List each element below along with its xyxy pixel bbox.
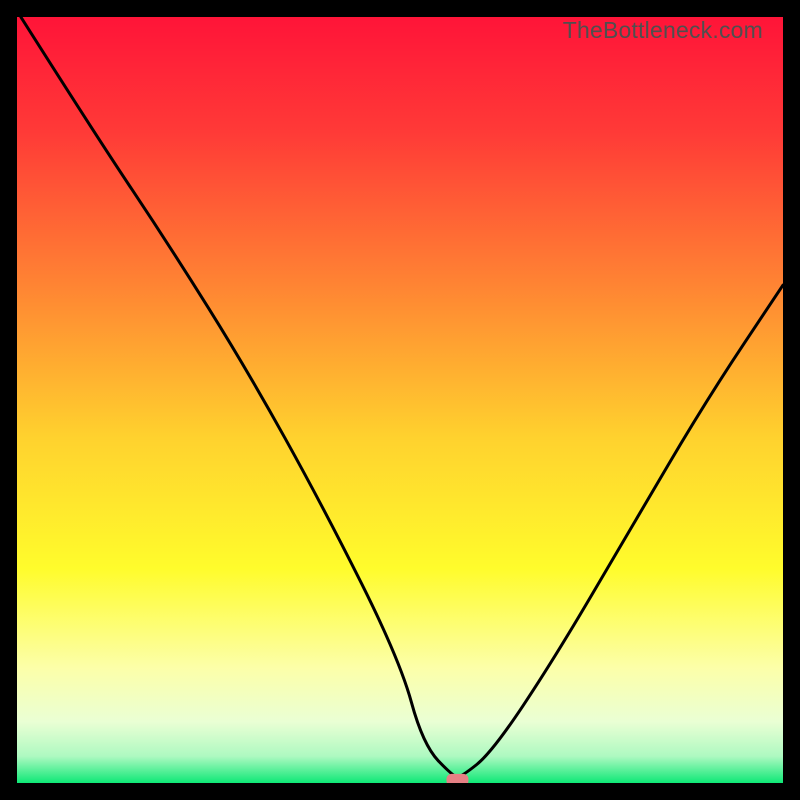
chart-frame: TheBottleneck.com (0, 0, 800, 800)
plot-area: TheBottleneck.com (17, 17, 783, 783)
watermark-text: TheBottleneck.com (563, 17, 763, 44)
bottleneck-chart-svg (17, 17, 783, 783)
optimum-marker (446, 774, 468, 783)
